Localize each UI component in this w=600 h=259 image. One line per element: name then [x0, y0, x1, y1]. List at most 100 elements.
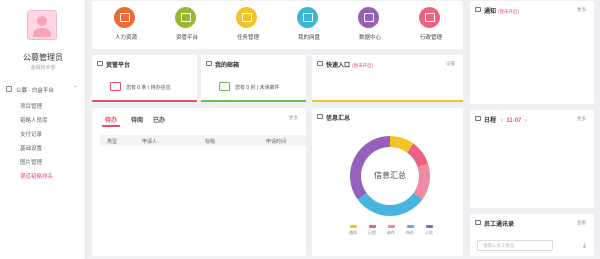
sidebar-group-label: 公募 · 白盒平台: [16, 88, 54, 94]
quick-link-label: 我的网盘: [297, 35, 320, 41]
donut-slice-4: [350, 136, 390, 200]
legend-item: 日程: [364, 225, 380, 236]
sidebar-item-settings[interactable]: 基础设置: [0, 142, 86, 152]
sidebar-group[interactable]: 公募 · 白盒平台 ⌃: [0, 84, 86, 95]
quick-link-admin[interactable]: 行政管理: [411, 7, 451, 47]
card-title: 通知 (暂未开启): [484, 9, 520, 15]
tab-done[interactable]: 已办: [153, 115, 165, 124]
mail-card: 我的邮箱 您有 0 封 | 未读邮件: [201, 55, 306, 102]
prev-icon[interactable]: ‹: [501, 118, 503, 124]
contacts-icon: [475, 220, 481, 225]
card-accent: [201, 100, 306, 102]
donut-center-label: 信息汇总: [374, 171, 406, 180]
unread-mail-text[interactable]: 您有 0 封 | 未读邮件: [235, 84, 280, 91]
legend-item: 公告: [421, 225, 437, 236]
legend-swatch: [349, 225, 357, 228]
column-header: 申请时间: [266, 139, 287, 145]
sidebar-item-ranking[interactable]: 渠道韬略排名: [0, 170, 86, 180]
legend-label: 公告: [425, 230, 433, 235]
legend-label: 日程: [368, 230, 376, 235]
next-icon[interactable]: ›: [525, 118, 527, 124]
document-icon: [6, 86, 12, 92]
search-placeholder: 请输入员工姓名: [483, 243, 515, 248]
legend-label: 邮件: [387, 230, 395, 235]
quick-link-hr[interactable]: 人力资源: [106, 7, 146, 47]
username: 公募管理员: [23, 53, 63, 62]
card-title: 快速入口 (暂未开启): [326, 63, 374, 69]
clock-icon: [419, 7, 440, 28]
tab-todo[interactable]: 待办: [105, 115, 117, 124]
link-icon: [317, 61, 323, 66]
column-header: 标题: [205, 139, 216, 145]
info-donut-chart: 信息汇总: [340, 126, 440, 226]
asset-platform-card: 资管平台 您有 0 条 | 待办信息: [92, 55, 197, 102]
legend-label: 待办: [406, 230, 414, 235]
download-icon[interactable]: ⤓: [583, 242, 586, 250]
shortcut-card: 快速入口 (暂未开启) 设置: [312, 55, 463, 102]
view-link[interactable]: 查看: [577, 220, 586, 226]
card-title: 资管平台: [106, 63, 131, 69]
status-tag: (暂未开启): [352, 63, 374, 68]
column-header: 申请人: [142, 139, 158, 145]
mail-icon: [206, 61, 212, 66]
quick-link-disk[interactable]: 我的网盘: [289, 7, 329, 47]
quick-link-label: 行政管理: [419, 35, 442, 41]
quick-link-asset[interactable]: 资管平台: [167, 7, 207, 47]
quick-link-label: 资管平台: [175, 35, 198, 41]
quick-link-label: 人力资源: [114, 35, 137, 41]
card-title: 信息汇总: [326, 116, 351, 122]
quick-link-data[interactable]: 数据中心: [350, 7, 390, 47]
legend-swatch: [368, 225, 376, 228]
bell-icon: [475, 7, 481, 12]
card-accent: [312, 100, 463, 102]
sidebar-item-label: 渠道韬略排名: [20, 174, 54, 180]
sidebar-item-label: 支付记录: [20, 132, 43, 138]
chart-icon: [317, 114, 323, 119]
sidebar-item-label: 基础设置: [20, 146, 43, 152]
task-icon: [236, 7, 257, 28]
folder-icon: [110, 82, 121, 91]
more-link[interactable]: 更多: [577, 7, 586, 13]
card-title: 员工通讯录: [484, 222, 515, 228]
calendar-date: 11-07: [506, 118, 522, 124]
quick-link-label: 数据中心: [358, 35, 381, 41]
card-title: 日程 ‹ 11-07 ›: [484, 118, 528, 124]
quick-link-task[interactable]: 任务管理: [228, 7, 268, 47]
card-title: 我的邮箱: [215, 63, 240, 69]
sidebar-item-images[interactable]: 图片管理: [0, 156, 86, 166]
legend-item: 待办: [402, 225, 418, 236]
sidebar-item-payments[interactable]: 支付记录: [0, 128, 86, 138]
sidebar-item-people[interactable]: 韬略人员库: [0, 114, 86, 124]
mail-icon: [219, 82, 230, 91]
sidebar-item-label: 韬略人员库: [20, 118, 48, 124]
todo-card: 待办 待阅 已办 更多: [92, 108, 306, 256]
legend-swatch: [425, 225, 433, 228]
contact-search-input[interactable]: 请输入员工姓名: [477, 240, 553, 251]
todo-table-header: 类型 申请人 标题 申请时间: [100, 135, 306, 146]
tab-toread[interactable]: 待阅: [131, 115, 143, 124]
calendar-card: 日程 ‹ 11-07 › 更多: [470, 110, 594, 208]
legend-swatch: [406, 225, 414, 228]
legend-item: 通知: [345, 225, 361, 236]
sidebar: 公募管理员 金融技术部 公募 · 白盒平台 ⌃ 项目管理 韬略人员库 支付记录 …: [0, 0, 86, 259]
avatar[interactable]: [27, 10, 57, 40]
pending-count-text[interactable]: 您有 0 条 | 待办信息: [126, 84, 171, 91]
people-icon: [114, 7, 135, 28]
user-subtitle: 金融技术部: [30, 65, 56, 71]
sidebar-item-label: 项目管理: [20, 104, 43, 110]
data-center-icon: [358, 7, 379, 28]
clipboard-icon: [175, 7, 196, 28]
donut-slice-3: [357, 193, 423, 216]
sidebar-item-projects[interactable]: 项目管理: [0, 100, 86, 110]
legend-swatch: [387, 225, 395, 228]
user-profile: 公募管理员 金融技术部: [0, 0, 86, 76]
settings-link[interactable]: 设置: [446, 61, 455, 67]
notice-card: 通知 (暂未开启) 更多: [470, 1, 594, 104]
more-link[interactable]: 更多: [577, 116, 586, 122]
legend-item: 邮件: [383, 225, 399, 236]
card-accent: [92, 100, 197, 102]
calendar-icon: [475, 116, 481, 121]
sidebar-item-label: 图片管理: [20, 160, 43, 166]
more-link[interactable]: 更多: [289, 115, 298, 121]
quick-links-card: 人力资源 资管平台 任务管理 我的网盘 数据中心 行政管理: [92, 1, 463, 49]
